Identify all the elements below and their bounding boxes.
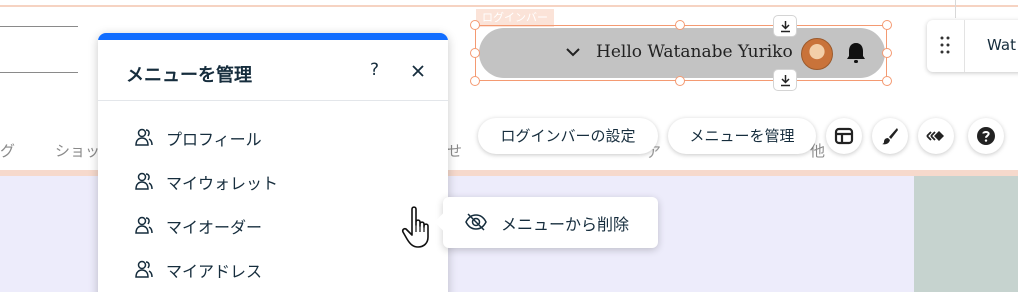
resize-handle[interactable] — [882, 20, 892, 30]
resize-handle[interactable] — [675, 76, 685, 86]
site-nav-item[interactable]: グ — [0, 140, 15, 161]
hide-from-menu-button[interactable]: メニューから削除 — [443, 197, 658, 248]
side-panel[interactable]: Wat — [927, 20, 1018, 72]
stretch-top-button[interactable] — [773, 15, 797, 37]
menu-item-orders[interactable]: マイオーダー — [128, 211, 408, 239]
site-nav-item-shop[interactable]: ショッ — [55, 140, 100, 161]
bell-icon[interactable] — [845, 41, 867, 65]
animation-button[interactable] — [918, 118, 954, 154]
divider — [98, 100, 448, 101]
resize-handle[interactable] — [882, 76, 892, 86]
member-icon — [135, 128, 153, 146]
member-icon — [135, 260, 153, 278]
panel-title: メニューを管理 — [126, 65, 252, 86]
resize-handle[interactable] — [675, 20, 685, 30]
manage-menu-button[interactable]: メニューを管理 — [668, 118, 816, 154]
chevron-down-icon[interactable] — [565, 44, 581, 60]
design-brush-icon — [882, 128, 898, 145]
eye-off-icon — [465, 213, 487, 231]
site-line-2 — [0, 72, 78, 73]
menu-item-label: マイアドレス — [166, 262, 263, 281]
animation-icon — [926, 131, 944, 141]
help-button[interactable] — [968, 118, 1004, 154]
menu-item-label: プロフィール — [166, 130, 262, 149]
download-icon — [781, 75, 790, 87]
divider — [964, 20, 965, 72]
site-image — [914, 176, 1018, 292]
member-icon — [135, 216, 153, 234]
stretch-bottom-button[interactable] — [773, 69, 797, 91]
panel-accent-bar — [98, 33, 448, 40]
resize-handle[interactable] — [470, 20, 480, 30]
download-icon — [781, 21, 790, 33]
menu-item-wallet[interactable]: マイウォレット — [128, 167, 408, 195]
site-line-1 — [0, 26, 78, 27]
help-icon — [977, 127, 995, 145]
design-button[interactable] — [872, 118, 908, 154]
login-bar-settings-button[interactable]: ログインバーの設定 — [478, 118, 658, 154]
menu-item-label: マイオーダー — [166, 218, 263, 237]
close-icon[interactable] — [410, 63, 426, 79]
side-panel-label: Wat — [987, 36, 1016, 54]
layout-button[interactable] — [826, 118, 862, 154]
manage-menu-panel: メニューを管理 ? プロフィール マイウォレット マイオーダー マイアドレス — [98, 33, 448, 292]
section-border — [0, 5, 1018, 7]
layout-icon — [834, 127, 854, 145]
help-icon[interactable]: ? — [370, 60, 379, 80]
divider — [955, 0, 956, 18]
avatar[interactable] — [801, 38, 833, 70]
login-bar-greeting: Hello Watanabe Yuriko — [596, 42, 793, 62]
hide-from-menu-label: メニューから削除 — [501, 215, 630, 234]
drag-handle-icon[interactable] — [940, 36, 950, 54]
resize-handle[interactable] — [470, 76, 480, 86]
member-icon — [135, 172, 153, 190]
menu-item-addresses[interactable]: マイアドレス — [128, 255, 408, 283]
resize-handle[interactable] — [470, 48, 480, 58]
menu-item-label: マイウォレット — [166, 174, 279, 193]
menu-item-profile[interactable]: プロフィール — [128, 123, 408, 151]
hand-cursor-icon — [401, 206, 429, 248]
resize-handle[interactable] — [882, 48, 892, 58]
site-nav-item[interactable]: せ — [447, 140, 462, 161]
